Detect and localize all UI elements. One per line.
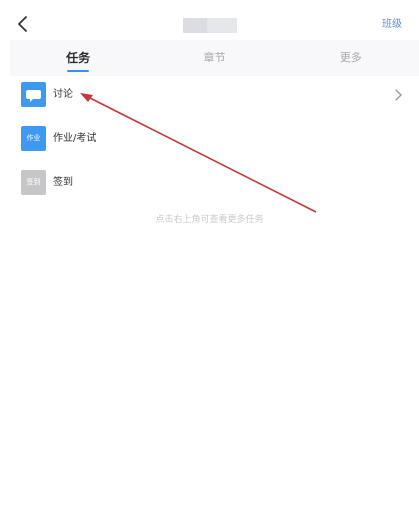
app-page: 班级 任务 章节 更多 讨论 作业 作业/考试 签到 签到 点击右上角可查看更多…: [0, 0, 419, 505]
tab-chapters-label: 章节: [203, 51, 226, 64]
task-item-homework[interactable]: 作业 作业/考试: [0, 120, 419, 164]
top-bar: 班级: [0, 0, 419, 40]
homework-icon: 作业: [21, 126, 46, 151]
page-title-redacted: [183, 18, 237, 33]
tab-bar: 任务 章节 更多: [10, 40, 419, 76]
task-item-discussion[interactable]: 讨论: [0, 76, 419, 120]
chevron-right-icon: [395, 89, 402, 101]
task-label-discussion: 讨论: [53, 89, 73, 100]
tab-tasks-label: 任务: [66, 51, 91, 65]
task-label-homework: 作业/考试: [53, 133, 97, 144]
empty-hint-text: 点击右上角可查看更多任务: [155, 215, 264, 225]
tab-more-label: 更多: [339, 51, 362, 64]
tab-tasks[interactable]: 任务: [10, 40, 146, 76]
sign-in-icon: 签到: [21, 170, 46, 195]
chat-bubble-icon: [21, 82, 46, 107]
task-list: 讨论 作业 作业/考试 签到 签到: [0, 76, 419, 208]
active-tab-indicator: [67, 70, 90, 72]
tab-more[interactable]: 更多: [283, 40, 419, 76]
task-item-sign-in[interactable]: 签到 签到: [0, 164, 419, 208]
task-label-sign-in: 签到: [53, 177, 73, 188]
back-arrow-icon[interactable]: [14, 14, 32, 34]
tab-chapters[interactable]: 章节: [146, 40, 282, 76]
class-link[interactable]: 班级: [382, 19, 402, 31]
